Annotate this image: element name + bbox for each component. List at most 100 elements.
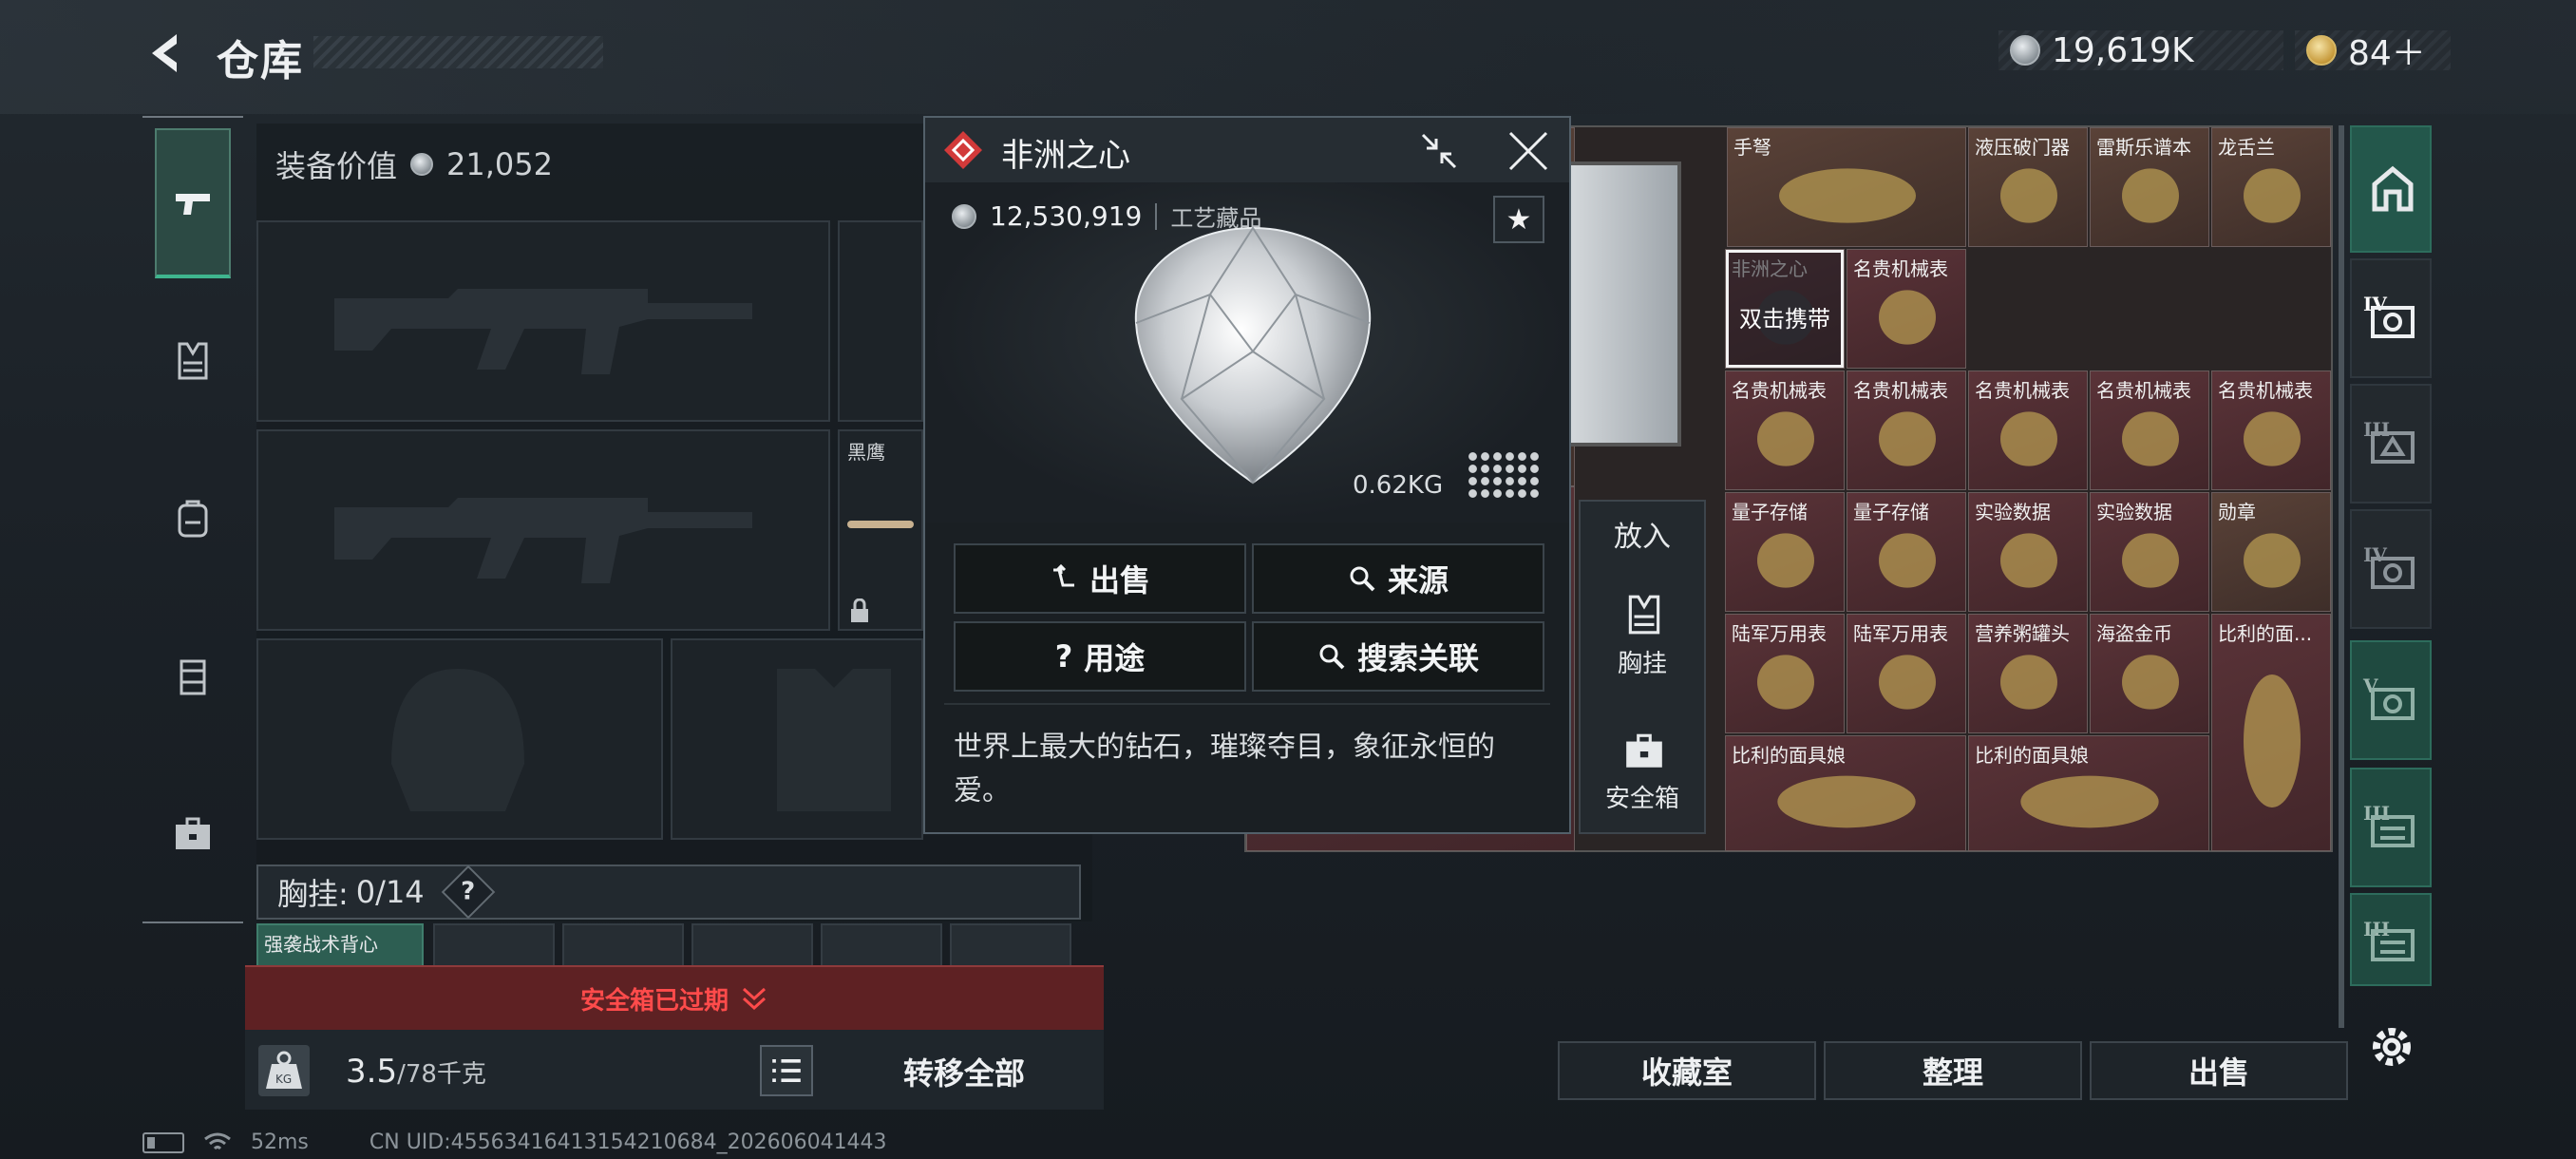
item-thumbnail-icon [2122, 168, 2179, 223]
grid-item-cell[interactable]: 实验数据 [2090, 492, 2209, 612]
search-related-button[interactable]: 搜索关联 [1252, 621, 1544, 692]
item-thumbnail-icon [2000, 533, 2057, 588]
item-thumbnail-icon [2244, 533, 2301, 588]
svg-text:KG: KG [275, 1073, 292, 1086]
rig-slot[interactable] [691, 923, 813, 967]
item-thumbnail-icon [2122, 655, 2179, 710]
safebox-expired-banner[interactable]: 安全箱已过期 [245, 965, 1104, 1030]
silver-coin-icon [410, 153, 434, 176]
item-thumbnail-icon [1879, 290, 1936, 345]
storage-tab-3[interactable]: IV [2350, 509, 2432, 629]
grid-item-cell[interactable]: 海盗金币 [2090, 614, 2209, 733]
storage-tab-1[interactable]: IV [2350, 258, 2432, 378]
storage-tab-2[interactable]: III [2350, 384, 2432, 504]
gold-amount: 84＋ [2348, 34, 2426, 73]
uid-text: CN UID:4556341641315421068​4_20260604144… [369, 1130, 887, 1154]
tactical-vest-slot[interactable]: 强袭战术背心 [256, 923, 424, 967]
usage-button[interactable]: ? 用途 [954, 621, 1246, 692]
collection-room-button[interactable]: 收藏室 [1558, 1041, 1816, 1100]
weight-readout: 3.5/78千克 [346, 1053, 486, 1091]
tactical-vest-label: 强袭战术背心 [264, 933, 378, 956]
armor-icon[interactable] [172, 656, 214, 697]
black-eagle-slot[interactable]: 黑鹰 [838, 429, 923, 631]
grid-item-cell[interactable]: 比利的面具娘 [1725, 735, 1966, 851]
chest-rig-icon[interactable] [1622, 593, 1666, 636]
organize-button[interactable]: 整理 [1824, 1041, 2082, 1100]
grid-item-cell[interactable]: 比利的面具娘 [1968, 735, 2209, 851]
close-icon[interactable] [1506, 129, 1550, 173]
grid-item-cell[interactable]: 名贵机械表 [1847, 249, 1966, 369]
double-tap-hint[interactable]: 双击携带 [1726, 250, 1844, 368]
rig-slot[interactable] [950, 923, 1071, 967]
grid-item-cell[interactable]: 龙舌兰 [2211, 127, 2331, 247]
safebox-icon[interactable] [172, 813, 214, 855]
put-chest-rig-button[interactable]: 胸挂 [1581, 644, 1704, 679]
primary-weapon-slot[interactable] [256, 220, 830, 422]
secondary-weapon-slot[interactable] [838, 220, 923, 422]
put-in-panel: 放入 胸挂 安全箱 [1579, 500, 1706, 834]
gear-icon[interactable] [2365, 1020, 2418, 1074]
grid-item-cell[interactable]: 营养粥罐头 [1968, 614, 2088, 733]
rig-slot[interactable] [433, 923, 555, 967]
item-thumbnail-icon [1757, 411, 1814, 466]
sell-button[interactable]: 出售 [2090, 1041, 2348, 1100]
helmet-slot[interactable] [256, 638, 663, 840]
grid-item-cell[interactable]: 名贵机械表 [1968, 370, 2088, 490]
help-icon[interactable]: ? [441, 864, 495, 920]
grid-item-cell[interactable]: 实验数据 [1968, 492, 2088, 612]
grid-item-cell[interactable]: 量子存储 [1725, 492, 1845, 612]
storage-tab-6[interactable]: III [2350, 893, 2432, 986]
grid-item-cell[interactable]: 陆军万用表 [1725, 614, 1845, 733]
item-thumbnail-icon [2244, 674, 2301, 808]
grid-item-cell[interactable]: 比利的面... [2211, 614, 2331, 851]
scrollbar[interactable] [2339, 125, 2344, 1028]
item-thumbnail-icon [1757, 655, 1814, 710]
helmet-silhouette-icon [391, 669, 524, 811]
grid-item-cell[interactable]: 名贵机械表 [2211, 370, 2331, 490]
source-label: 来源 [1387, 562, 1449, 598]
rig-slot[interactable] [562, 923, 684, 967]
safebox-expired-text: 安全箱已过期 [579, 986, 729, 1016]
grid-item-cell[interactable]: 量子存储 [1847, 492, 1966, 612]
put-in-title: 放入 [1614, 521, 1671, 554]
put-safebox-button[interactable]: 安全箱 [1581, 779, 1704, 814]
item-thumbnail-icon [1779, 168, 1916, 223]
collapse-icon[interactable] [1417, 129, 1461, 173]
favorite-star-button[interactable]: ★ [1493, 196, 1544, 243]
chest-rig-label: 胸挂: [277, 876, 349, 912]
secondary-rifle-slot[interactable] [256, 429, 830, 631]
bullet-icon [847, 521, 914, 528]
item-description: 世界上最大的钻石，璀璨夺目，象征永恒的爱。 [954, 731, 1495, 808]
source-button[interactable]: 来源 [1252, 543, 1544, 614]
list-icon[interactable] [760, 1045, 813, 1096]
safebox-icon[interactable] [1622, 730, 1666, 773]
storage-tab-4[interactable]: V [2350, 640, 2432, 760]
body-armor-slot[interactable] [671, 638, 923, 840]
item-thumbnail-icon [1879, 655, 1936, 710]
grid-item-cell[interactable]: 非洲之心双击携带 [1725, 249, 1845, 369]
warehouse-tab[interactable] [2350, 125, 2432, 253]
storage-tab-5[interactable]: III [2350, 768, 2432, 887]
grid-item-cell[interactable]: 液压破门器 [1968, 127, 2088, 247]
grid-item-cell[interactable]: 名贵机械表 [1725, 370, 1845, 490]
grid-item-cell[interactable]: 名贵机械表 [2090, 370, 2209, 490]
back-arrow-icon[interactable] [142, 28, 192, 78]
grid-item-cell[interactable]: 陆军万用表 [1847, 614, 1966, 733]
sell-item-button[interactable]: 出售 [954, 543, 1246, 614]
gold-currency[interactable]: 84＋ [2295, 30, 2451, 73]
grid-item-cell[interactable]: 手弩 [1727, 127, 1966, 247]
grid-item-cell[interactable]: 雷斯乐谱本 [2090, 127, 2209, 247]
pistol-icon[interactable] [172, 182, 214, 224]
grid-item-cell[interactable]: 名贵机械表 [1847, 370, 1966, 490]
sell-icon [1052, 564, 1074, 587]
chest-rig-icon[interactable] [172, 340, 214, 382]
armor-silhouette-icon [777, 669, 891, 811]
backpack-icon[interactable] [172, 498, 214, 540]
lock-icon [851, 598, 868, 622]
transfer-all-button[interactable]: 转移全部 [826, 1039, 1102, 1104]
battery-icon [142, 1131, 184, 1153]
rarity-diamond-icon [944, 131, 982, 169]
grid-item-cell[interactable]: 勋章 [2211, 492, 2331, 612]
container-icon [2371, 306, 2415, 338]
rig-slot[interactable] [821, 923, 942, 967]
